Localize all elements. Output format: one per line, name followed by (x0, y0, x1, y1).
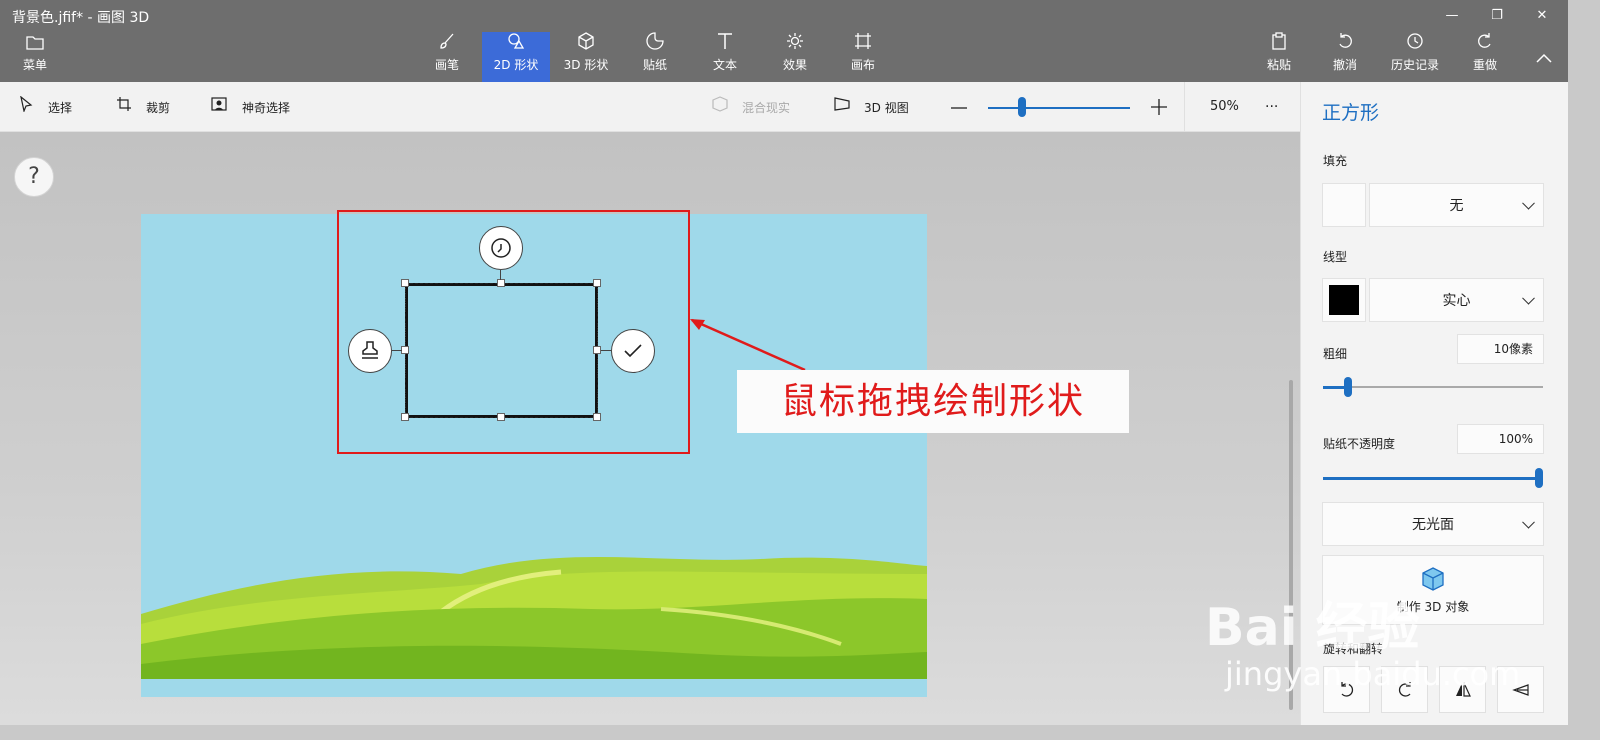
view-3d-icon (832, 82, 852, 132)
undo-icon (1322, 32, 1368, 56)
tool-label: 效果 (782, 58, 807, 72)
magic-select-button[interactable]: 神奇选择 (210, 82, 290, 132)
panel-title: 正方形 (1322, 102, 1380, 124)
2d-shapes-icon (482, 32, 550, 56)
tool-label: 2D 形状 (493, 58, 539, 72)
chevron-down-icon (1522, 515, 1535, 529)
brush-icon (418, 32, 476, 56)
tool-brush[interactable]: 画笔 (418, 32, 476, 82)
thickness-label: 粗细 (1323, 347, 1348, 361)
view-3d-label: 3D 视图 (864, 101, 909, 115)
watermark-url: jingyan.baidu.com (1225, 655, 1521, 693)
redo-button[interactable]: 重做 (1462, 32, 1508, 82)
history-label: 历史记录 (1390, 58, 1439, 72)
undo-label: 撤消 (1332, 58, 1357, 72)
thickness-input[interactable]: 10像素 (1457, 334, 1544, 364)
undo-button[interactable]: 撤消 (1322, 32, 1368, 82)
line-color-swatch[interactable] (1322, 278, 1366, 322)
select-label: 选择 (48, 101, 73, 115)
thickness-slider[interactable] (1323, 386, 1543, 388)
fill-value: 无 (1449, 198, 1464, 214)
zoom-slider-thumb[interactable] (1018, 97, 1027, 117)
redo-label: 重做 (1472, 58, 1497, 72)
watermark-logo: Bai 经验 (1205, 598, 1420, 658)
tool-label: 文本 (712, 58, 737, 72)
magic-select-icon (210, 82, 230, 132)
crop-icon (114, 82, 134, 132)
minimize-button[interactable]: — (1432, 4, 1472, 28)
line-type-label: 线型 (1323, 250, 1348, 264)
mixed-reality-icon (710, 82, 730, 132)
collapse-ribbon-button[interactable] (1530, 46, 1558, 70)
zoom-value: 50% (1210, 99, 1239, 114)
tool-sticker[interactable]: 贴纸 (626, 32, 684, 82)
maximize-button[interactable]: ❐ (1477, 4, 1517, 28)
magic-select-label: 神奇选择 (242, 101, 291, 115)
fill-dropdown[interactable]: 无 (1369, 183, 1544, 227)
tool-3d-shapes[interactable]: 3D 形状 (556, 32, 616, 82)
tool-canvas[interactable]: 画布 (834, 32, 892, 82)
chevron-down-icon (1522, 291, 1535, 305)
opacity-slider[interactable] (1323, 477, 1539, 480)
thickness-slider-fill (1323, 386, 1345, 389)
chevron-down-icon (1522, 196, 1535, 210)
menu-button[interactable]: 菜单 (10, 32, 60, 82)
line-type-dropdown[interactable]: 实心 (1369, 278, 1544, 322)
fill-label: 填充 (1323, 154, 1348, 168)
tool-text[interactable]: 文本 (696, 32, 754, 82)
text-icon (696, 32, 754, 56)
paste-icon (1254, 32, 1304, 56)
folder-icon (10, 32, 60, 56)
minus-icon (951, 107, 967, 109)
3d-shapes-icon (556, 32, 616, 56)
mixed-reality-button[interactable]: 混合现实 (710, 82, 790, 132)
opacity-slider-thumb[interactable] (1535, 468, 1543, 488)
tool-2d-shapes[interactable]: 2D 形状 (482, 32, 550, 82)
history-button[interactable]: 历史记录 (1384, 32, 1446, 82)
paste-button[interactable]: 粘贴 (1254, 32, 1304, 82)
zoom-slider[interactable] (988, 107, 1130, 109)
fill-color-swatch[interactable] (1322, 183, 1366, 227)
line-type-value: 实心 (1442, 293, 1471, 309)
paste-label: 粘贴 (1266, 58, 1291, 72)
zoom-in-button[interactable] (1150, 98, 1168, 116)
thickness-slider-thumb[interactable] (1344, 377, 1352, 397)
history-icon (1384, 32, 1446, 56)
finish-value: 无光面 (1412, 517, 1454, 533)
crop-button[interactable]: 裁剪 (114, 82, 170, 132)
finish-dropdown[interactable]: 无光面 (1322, 502, 1544, 546)
divider (1184, 82, 1185, 132)
crop-label: 裁剪 (146, 101, 171, 115)
close-button[interactable]: ✕ (1522, 4, 1562, 28)
annotation-arrow (690, 318, 806, 372)
opacity-input[interactable]: 100% (1457, 424, 1544, 454)
opacity-label: 贴纸不透明度 (1323, 437, 1396, 451)
annotation-text: 鼠标拖拽绘制形状 (737, 370, 1129, 433)
menu-label: 菜单 (22, 58, 47, 72)
cube-icon (1422, 567, 1444, 591)
tool-label: 贴纸 (642, 58, 667, 72)
select-button[interactable]: 选择 (16, 82, 72, 132)
view-3d-button[interactable]: 3D 视图 (832, 82, 909, 132)
help-button[interactable]: ? (14, 157, 54, 197)
chevron-up-icon (1536, 53, 1552, 63)
tool-effects[interactable]: 效果 (766, 32, 824, 82)
more-options-button[interactable]: ··· (1265, 82, 1278, 132)
tool-label: 3D 形状 (563, 58, 609, 72)
redo-icon (1462, 32, 1508, 56)
tool-label: 画笔 (434, 58, 459, 72)
mixed-reality-label: 混合现实 (742, 101, 791, 115)
line-color-fill (1329, 285, 1359, 315)
effects-icon (766, 32, 824, 56)
window-title: 背景色.jfif* - 画图 3D (12, 10, 150, 26)
plus-icon (1151, 99, 1167, 115)
highlight-box (337, 210, 690, 454)
sticker-icon (626, 32, 684, 56)
zoom-out-button[interactable] (950, 100, 968, 116)
cursor-icon (16, 82, 36, 132)
canvas-icon (834, 32, 892, 56)
tool-label: 画布 (850, 58, 875, 72)
